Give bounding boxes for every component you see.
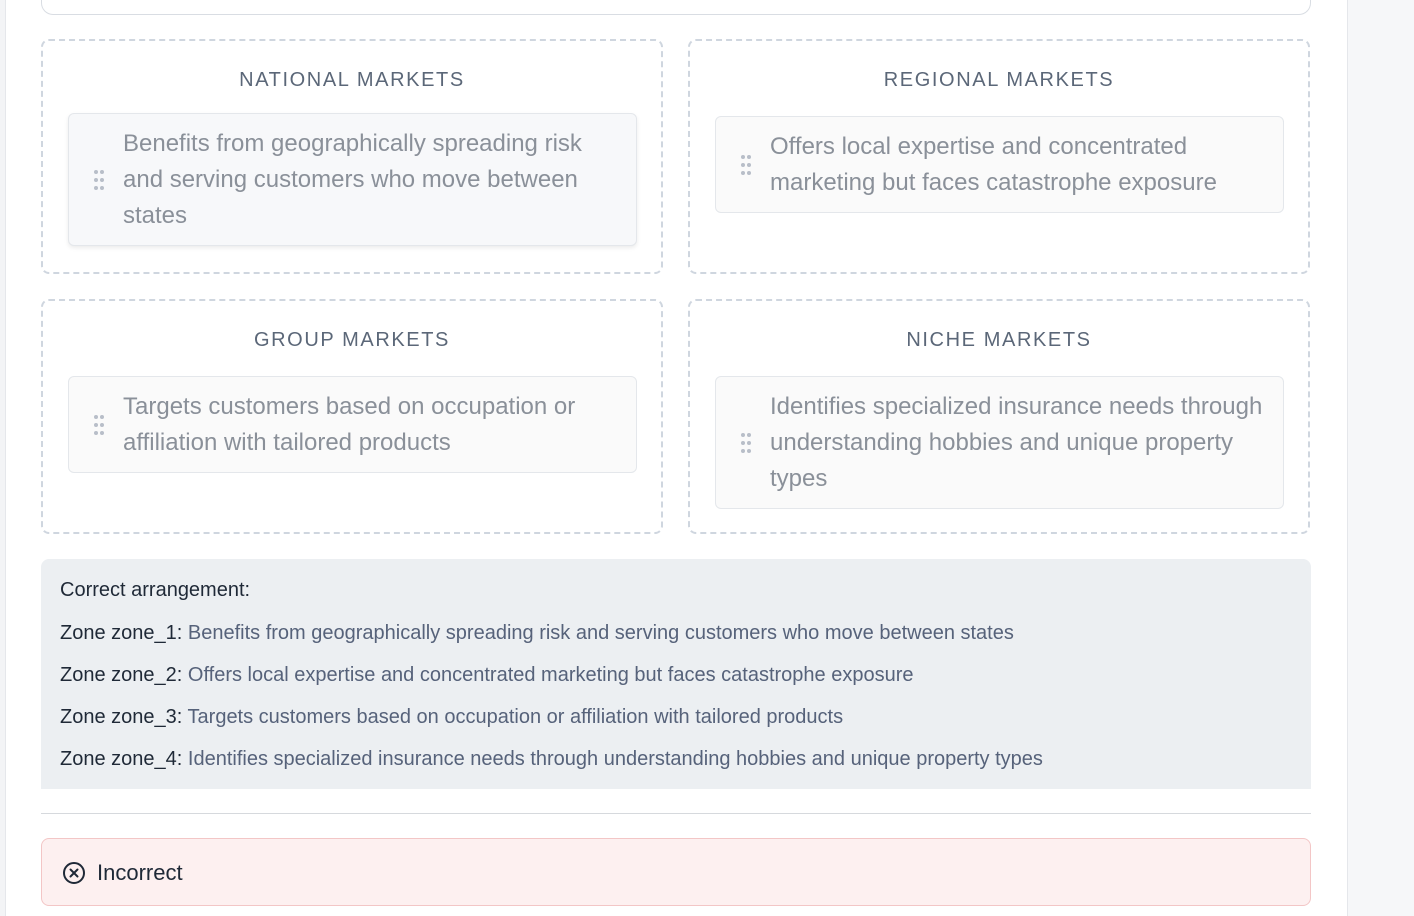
divider [41,813,1311,814]
answer-zone-label: Zone zone_2: [60,664,183,686]
left-rail [0,0,6,916]
previous-card-bottom [41,0,1311,15]
answer-zone-text: Identifies specialized insurance needs t… [187,748,1043,770]
answer-heading: Correct arrangement: [60,579,251,601]
answer-line: Zone zone_1: Benefits from geographicall… [60,622,1014,645]
result-label: Incorrect [97,860,183,885]
zone-title: REGIONAL MARKETS [883,69,1115,91]
answer-line: Zone zone_4: Identifies specialized insu… [60,748,1043,771]
card-text: Benefits from geographically spreading r… [123,130,582,229]
answer-line: Zone zone_3: Targets customers based on … [60,706,843,729]
answer-zone-text: Targets customers based on occupation or… [187,706,844,728]
zone-title: NATIONAL MARKETS [239,69,465,91]
result-banner: Incorrect [41,838,1311,906]
drag-handle-icon[interactable] [93,414,105,436]
drop-zone-niche[interactable]: NICHE MARKETS Identifies specialized ins… [688,299,1310,534]
answer-zone-label: Zone zone_4: [60,748,183,770]
zone-title: GROUP MARKETS [253,329,450,351]
draggable-card[interactable]: Benefits from geographically spreading r… [68,113,637,246]
draggable-card[interactable]: Identifies specialized insurance needs t… [715,376,1284,509]
zone-title: NICHE MARKETS [906,329,1092,351]
answer-zone-text: Offers local expertise and concentrated … [187,664,914,686]
answer-line: Zone zone_2: Offers local expertise and … [60,664,914,687]
drag-handle-icon[interactable] [93,169,105,191]
drop-zone-regional[interactable]: REGIONAL MARKETS Offers local expertise … [688,39,1310,274]
card-text: Offers local expertise and concentrated … [770,133,1217,196]
answer-zone-label: Zone zone_3: [60,706,183,728]
card-text: Identifies specialized insurance needs t… [770,393,1263,492]
answer-zone-text: Benefits from geographically spreading r… [187,622,1014,644]
correct-arrangement-panel: Correct arrangement: Zone zone_1: Benefi… [41,559,1311,789]
drop-zone-group[interactable]: GROUP MARKETS Targets customers based on… [41,299,663,534]
drag-handle-icon[interactable] [740,154,752,176]
right-scroll-area [1347,0,1414,916]
card-text: Targets customers based on occupation or… [123,393,576,456]
x-circle-icon [63,862,85,884]
answer-zone-label: Zone zone_1: [60,622,183,644]
drag-handle-icon[interactable] [740,432,752,454]
drop-zone-national[interactable]: NATIONAL MARKETS Benefits from geographi… [41,39,663,274]
draggable-card[interactable]: Offers local expertise and concentrated … [715,116,1284,213]
draggable-card[interactable]: Targets customers based on occupation or… [68,376,637,473]
